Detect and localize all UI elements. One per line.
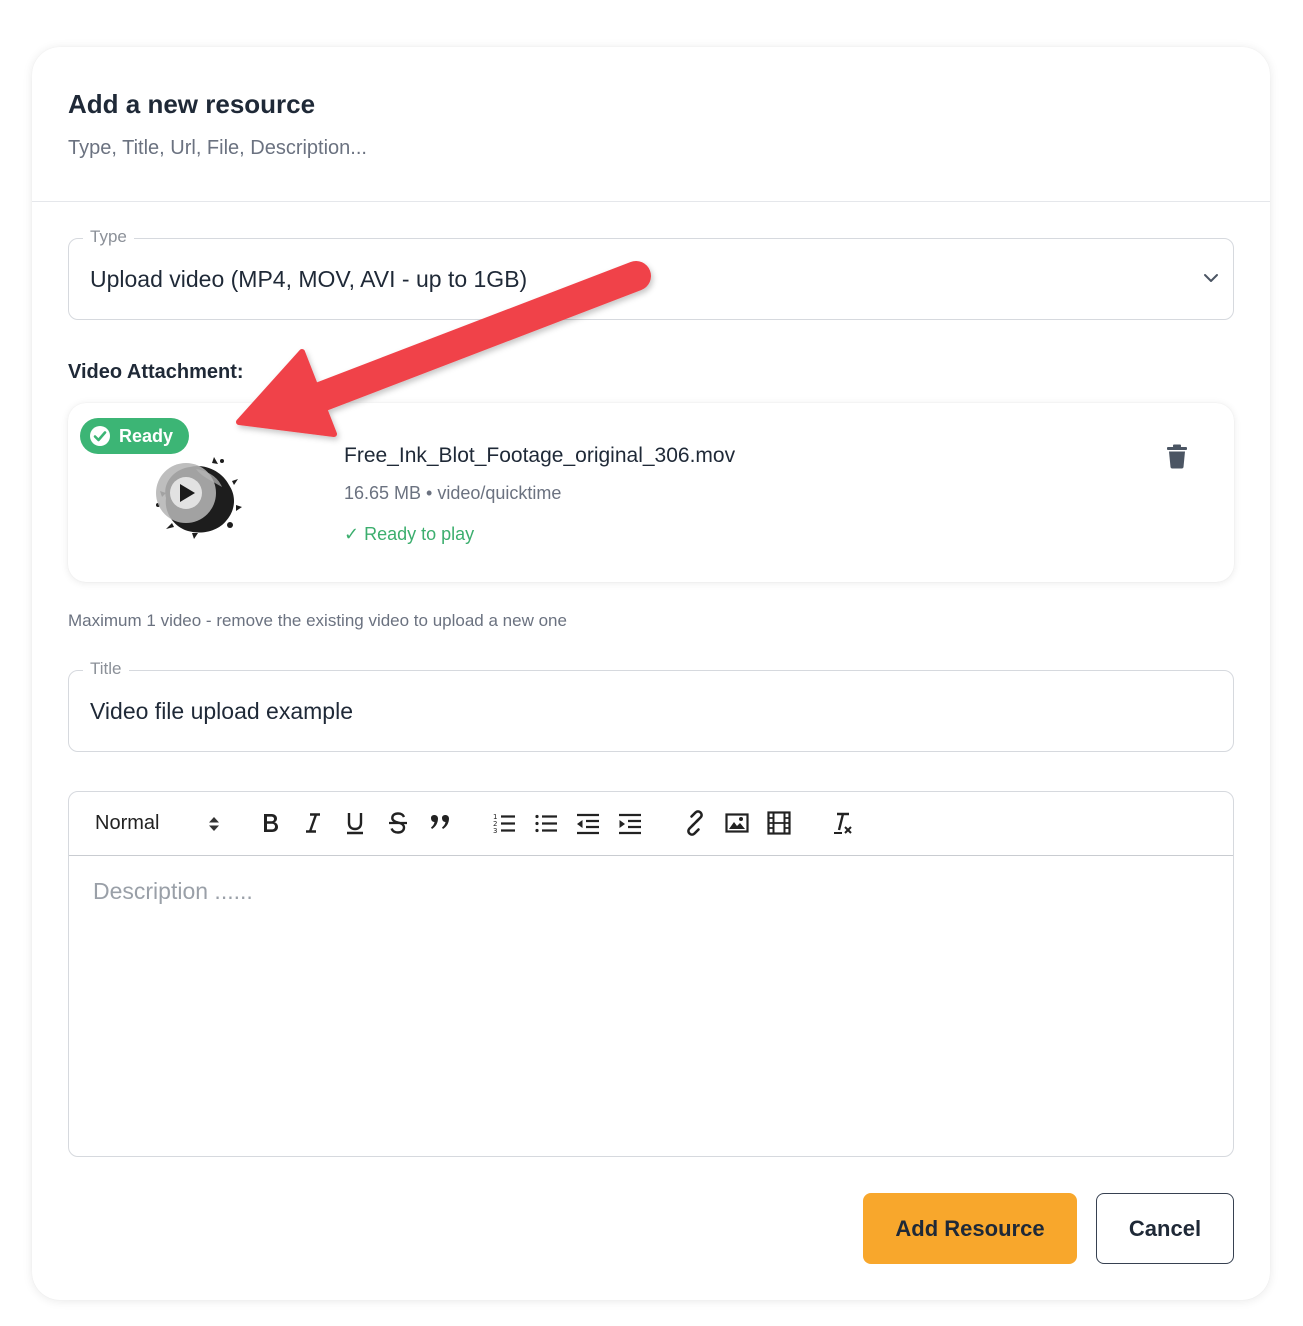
- ordered-list-icon[interactable]: 123: [489, 808, 519, 838]
- attachment-hint: Maximum 1 video - remove the existing vi…: [68, 611, 567, 630]
- type-select[interactable]: Type Upload video (MP4, MOV, AVI - up to…: [68, 227, 1234, 320]
- video-thumbnail[interactable]: [152, 453, 242, 539]
- type-value: Upload video (MP4, MOV, AVI - up to 1GB): [90, 266, 528, 292]
- link-icon[interactable]: [680, 808, 710, 838]
- clear-format-icon[interactable]: [828, 808, 858, 838]
- add-resource-modal: Add a new resource Type, Title, Url, Fil…: [32, 47, 1270, 1300]
- cancel-button[interactable]: Cancel: [1096, 1193, 1234, 1264]
- format-select[interactable]: Normal: [95, 812, 159, 835]
- trash-icon[interactable]: [1165, 443, 1189, 469]
- bullet-list-icon[interactable]: [531, 808, 561, 838]
- video-attachment-card: Ready Free_Ink_Blot_Footage_original_306…: [68, 403, 1234, 582]
- title-label: Title: [83, 659, 129, 679]
- description-placeholder[interactable]: Description ......: [93, 878, 253, 905]
- outdent-icon[interactable]: [573, 808, 603, 838]
- ready-badge: Ready: [80, 418, 189, 454]
- chevron-down-icon[interactable]: [1203, 272, 1219, 284]
- editor-toolbar: Normal 123: [69, 792, 1233, 856]
- video-attachment-label: Video Attachment:: [68, 361, 244, 383]
- check-circle-icon: [90, 426, 110, 446]
- file-meta: 16.65 MB • video/quicktime: [344, 483, 562, 503]
- bold-icon[interactable]: [255, 808, 285, 838]
- quote-icon[interactable]: [425, 808, 455, 838]
- description-editor: Normal 123 Description ......: [68, 791, 1234, 1157]
- file-status: ✓ Ready to play: [344, 524, 475, 544]
- add-resource-button[interactable]: Add Resource: [863, 1193, 1077, 1264]
- play-icon[interactable]: [156, 463, 216, 523]
- underline-icon[interactable]: [340, 808, 370, 838]
- select-arrows-icon[interactable]: [208, 814, 220, 834]
- modal-subtitle: Type, Title, Url, File, Description...: [68, 137, 367, 159]
- italic-icon[interactable]: [298, 808, 328, 838]
- title-field[interactable]: Title Video file upload example: [68, 659, 1234, 752]
- strike-icon[interactable]: [383, 808, 413, 838]
- ready-badge-label: Ready: [119, 426, 174, 446]
- file-name: Free_Ink_Blot_Footage_original_306.mov: [344, 444, 736, 467]
- indent-icon[interactable]: [615, 808, 645, 838]
- svg-text:3: 3: [493, 827, 497, 835]
- type-label: Type: [83, 227, 134, 247]
- modal-header: Add a new resource Type, Title, Url, Fil…: [32, 47, 1270, 202]
- image-icon[interactable]: [722, 808, 752, 838]
- title-input-value[interactable]: Video file upload example: [90, 698, 353, 725]
- video-icon[interactable]: [764, 808, 794, 838]
- modal-title: Add a new resource: [68, 89, 316, 119]
